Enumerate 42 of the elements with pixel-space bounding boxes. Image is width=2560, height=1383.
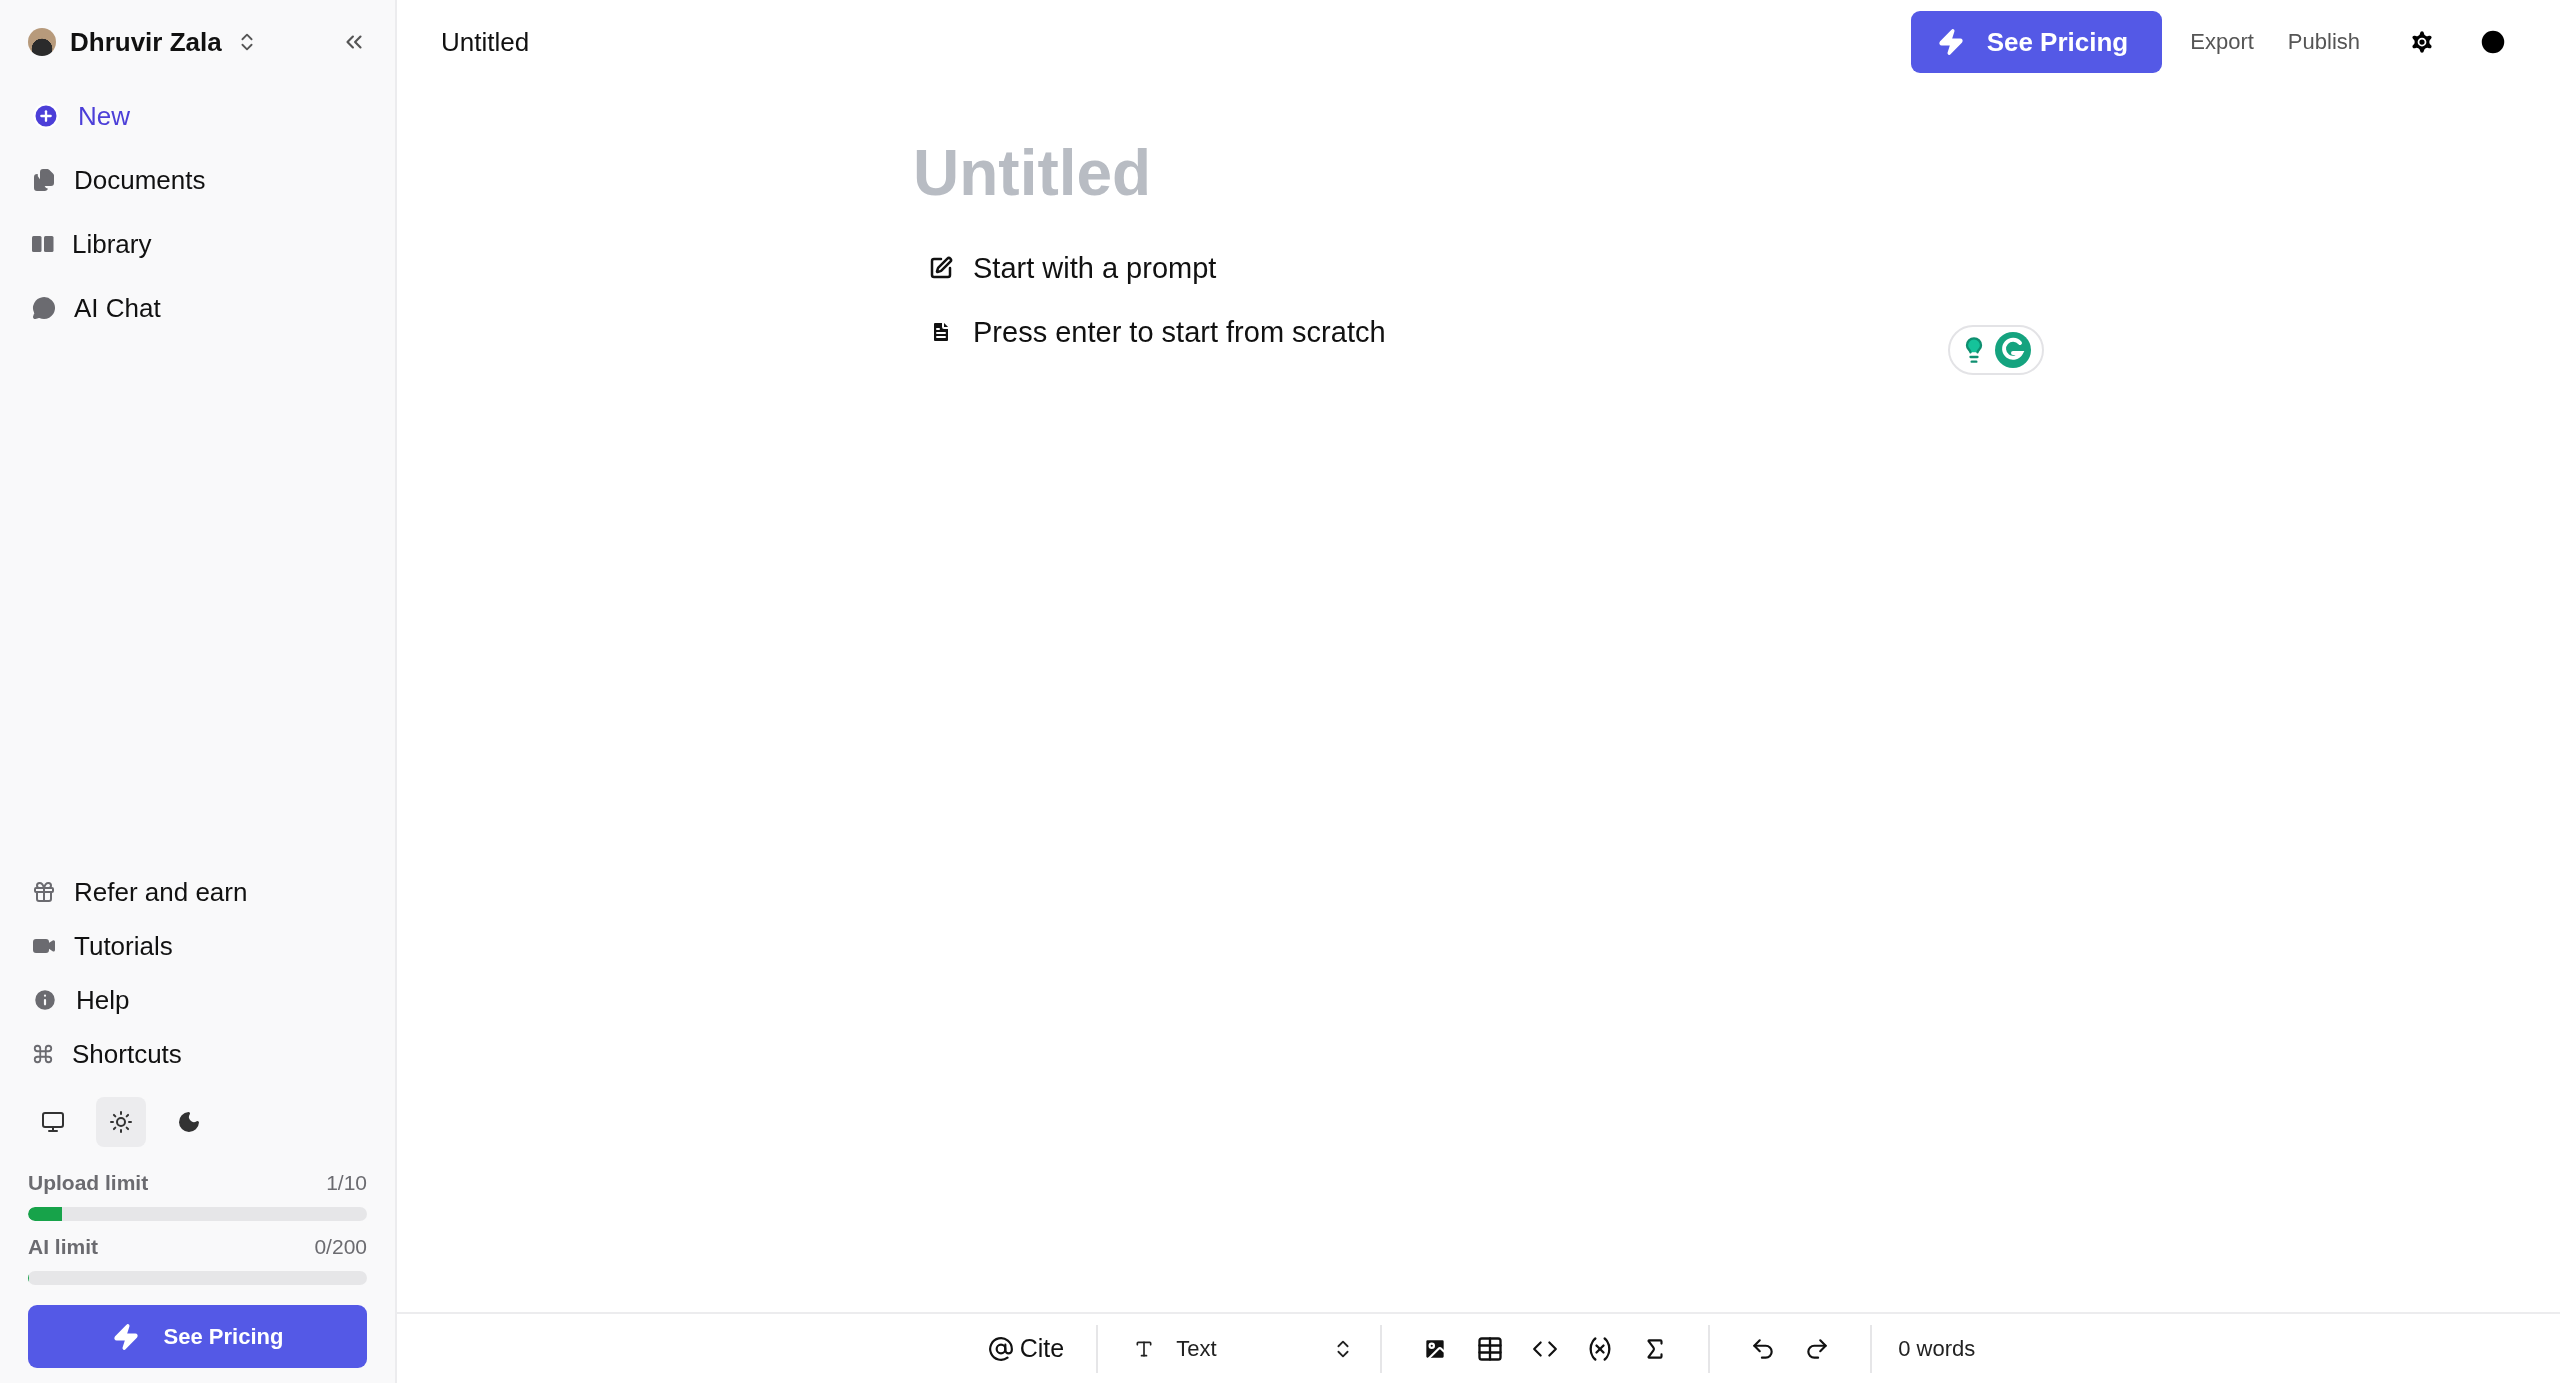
document-title: Untitled xyxy=(441,26,531,58)
limit-label: Upload limit xyxy=(28,1171,149,1195)
circle-logo-icon xyxy=(1994,331,2032,369)
start-option[interactable]: Press enter to start from scratch xyxy=(973,315,1386,349)
sidebar-item[interactable]: Documents xyxy=(28,148,367,212)
see-pricing-button[interactable]: See Pricing xyxy=(28,1305,367,1368)
sidebar-item[interactable]: Refer and earn xyxy=(28,865,367,919)
at-icon xyxy=(987,1335,1014,1362)
chat-icon xyxy=(32,296,56,320)
lightning-icon xyxy=(111,1322,140,1351)
info-icon xyxy=(32,987,58,1013)
add-icon xyxy=(32,102,60,130)
avatar[interactable] xyxy=(28,28,56,56)
lightning-icon xyxy=(1936,28,1965,56)
moon-icon xyxy=(177,1110,201,1134)
toolbar-link[interactable]: Publish xyxy=(2281,29,2366,55)
word-count: 0 words xyxy=(1898,1335,1976,1362)
edit-icon xyxy=(929,256,953,280)
limit-label: AI limit xyxy=(28,1235,98,1259)
sidebar-item[interactable]: AI Chat xyxy=(28,276,367,340)
sidebar-item[interactable]: Help xyxy=(28,973,367,1027)
sidebar-item[interactable]: Tutorials xyxy=(28,919,367,973)
assistant-widget[interactable] xyxy=(1948,325,2044,375)
sidebar-item[interactable]: New xyxy=(28,84,367,148)
library-icon xyxy=(32,235,54,253)
user-name[interactable]: Dhruvir Zala xyxy=(70,26,222,58)
start-option[interactable]: Start with a prompt xyxy=(973,251,1217,285)
toolbar-link[interactable]: Export xyxy=(2184,29,2260,55)
gift-icon xyxy=(32,880,56,904)
monitor-icon xyxy=(41,1110,65,1134)
limit-reading: 1/10 xyxy=(326,1171,367,1195)
sun-icon xyxy=(109,1110,133,1134)
sidebar-item[interactable]: Shortcuts xyxy=(28,1027,367,1081)
limit-reading: 0/200 xyxy=(314,1235,367,1259)
sidebar-item[interactable]: Library xyxy=(28,212,367,276)
block-type-select[interactable]: Text xyxy=(1124,1335,1355,1362)
table-icon[interactable] xyxy=(1476,1334,1505,1363)
see-pricing-button[interactable]: See Pricing xyxy=(1910,11,2163,73)
theme-button[interactable] xyxy=(96,1097,146,1147)
documents-icon xyxy=(32,168,56,192)
command-icon xyxy=(32,1043,54,1065)
cite-button[interactable]: Cite xyxy=(981,1333,1071,1364)
